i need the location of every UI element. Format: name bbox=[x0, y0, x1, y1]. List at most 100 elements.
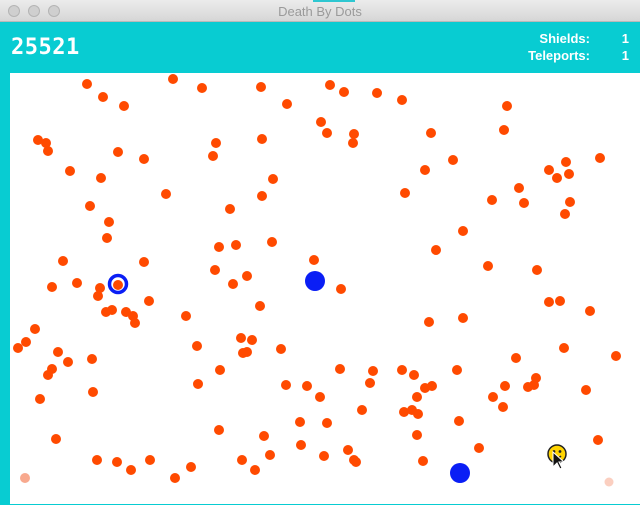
enemy-dot bbox=[458, 226, 468, 236]
enemy-dot bbox=[161, 189, 171, 199]
enemy-dot bbox=[247, 335, 257, 345]
enemy-dot bbox=[276, 344, 286, 354]
enemy-dot bbox=[215, 365, 225, 375]
game-canvas[interactable] bbox=[10, 73, 640, 504]
enemy-dot bbox=[431, 245, 441, 255]
enemy-dot bbox=[593, 435, 603, 445]
enemy-dot bbox=[499, 125, 509, 135]
enemy-dot bbox=[242, 271, 252, 281]
enemy-dot bbox=[231, 240, 241, 250]
enemy-dot bbox=[144, 296, 154, 306]
blue-powerup-dot bbox=[450, 463, 470, 483]
enemy-dot bbox=[35, 394, 45, 404]
enemy-dot bbox=[102, 233, 112, 243]
enemy-dot bbox=[561, 157, 571, 167]
enemy-dot bbox=[365, 378, 375, 388]
enemy-dot bbox=[322, 418, 332, 428]
enemy-dot bbox=[250, 465, 260, 475]
enemy-dot bbox=[85, 201, 95, 211]
score-display: 25521 bbox=[11, 35, 80, 60]
enemy-dot bbox=[112, 457, 122, 467]
enemy-dot bbox=[236, 333, 246, 343]
enemy-dot bbox=[335, 364, 345, 374]
enemy-dot bbox=[63, 357, 73, 367]
enemy-dot bbox=[552, 173, 562, 183]
teleports-count: 1 bbox=[621, 48, 629, 63]
enemy-dot bbox=[72, 278, 82, 288]
enemy-dot bbox=[500, 381, 510, 391]
enemy-dot bbox=[400, 188, 410, 198]
enemy-dot bbox=[452, 365, 462, 375]
enemy-dot bbox=[237, 455, 247, 465]
spawning-dot bbox=[20, 473, 30, 483]
window-titlebar: Death By Dots bbox=[0, 0, 640, 22]
enemy-dot bbox=[448, 155, 458, 165]
enemy-dot bbox=[343, 445, 353, 455]
enemy-dot bbox=[192, 341, 202, 351]
enemy-dot bbox=[409, 370, 419, 380]
enemy-dot bbox=[51, 434, 61, 444]
enemy-dot bbox=[225, 204, 235, 214]
enemy-dot bbox=[238, 348, 248, 358]
enemy-dot bbox=[139, 154, 149, 164]
enemy-dot bbox=[309, 255, 319, 265]
title-accent-bar bbox=[313, 0, 355, 2]
enemy-dot bbox=[339, 87, 349, 97]
enemy-dot bbox=[92, 455, 102, 465]
enemy-dot bbox=[58, 256, 68, 266]
enemy-dot bbox=[483, 261, 493, 271]
enemy-dot bbox=[511, 353, 521, 363]
enemy-dot bbox=[267, 237, 277, 247]
enemy-dot bbox=[454, 416, 464, 426]
enemy-dot bbox=[368, 366, 378, 376]
enemy-dot bbox=[214, 242, 224, 252]
enemy-dot bbox=[315, 392, 325, 402]
enemy-dot bbox=[214, 425, 224, 435]
enemy-dot bbox=[211, 138, 221, 148]
enemy-dot bbox=[560, 209, 570, 219]
enemy-dot bbox=[193, 379, 203, 389]
enemy-dot bbox=[412, 392, 422, 402]
shields-label: Shields: bbox=[539, 31, 590, 46]
enemy-dot bbox=[107, 305, 117, 315]
enemy-dot bbox=[21, 337, 31, 347]
enemy-dot bbox=[257, 134, 267, 144]
game-arena-frame bbox=[0, 72, 640, 505]
enemy-dot bbox=[412, 430, 422, 440]
enemy-dot bbox=[47, 282, 57, 292]
enemy-dot bbox=[181, 311, 191, 321]
enemy-dot bbox=[351, 457, 361, 467]
enemy-dot bbox=[544, 297, 554, 307]
enemy-dot bbox=[281, 380, 291, 390]
enemy-dot bbox=[82, 79, 92, 89]
enemy-dot bbox=[53, 347, 63, 357]
enemy-dot bbox=[257, 191, 267, 201]
enemy-dot bbox=[564, 169, 574, 179]
enemy-dot bbox=[420, 165, 430, 175]
enemy-dot bbox=[43, 146, 53, 156]
enemy-dot bbox=[523, 382, 533, 392]
enemy-dot bbox=[519, 198, 529, 208]
enemy-dot bbox=[13, 343, 23, 353]
enemy-dot bbox=[296, 440, 306, 450]
enemy-dot bbox=[498, 402, 508, 412]
enemy-dot bbox=[256, 82, 266, 92]
window-title: Death By Dots bbox=[278, 4, 362, 19]
enemy-dot bbox=[585, 306, 595, 316]
enemy-dot bbox=[259, 431, 269, 441]
enemy-dot bbox=[488, 392, 498, 402]
enemy-dot bbox=[96, 173, 106, 183]
enemy-dot bbox=[30, 324, 40, 334]
enemy-dot bbox=[581, 385, 591, 395]
spawning-dot bbox=[604, 477, 614, 487]
enemy-dot bbox=[268, 174, 278, 184]
enemy-dot bbox=[427, 381, 437, 391]
game-field[interactable] bbox=[10, 73, 640, 504]
enemy-dot bbox=[170, 473, 180, 483]
enemy-dot bbox=[104, 217, 114, 227]
enemy-dot bbox=[611, 351, 621, 361]
enemy-dot bbox=[336, 284, 346, 294]
enemy-dot bbox=[295, 417, 305, 427]
shields-count: 1 bbox=[621, 31, 629, 46]
enemy-dot bbox=[186, 462, 196, 472]
